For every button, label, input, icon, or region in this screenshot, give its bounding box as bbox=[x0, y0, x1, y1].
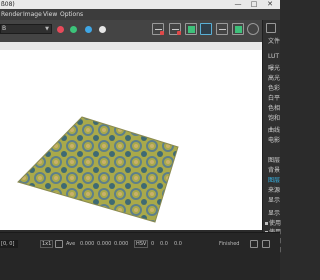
load-image-icon[interactable] bbox=[185, 23, 197, 35]
panel-row-color[interactable]: 色彩 bbox=[268, 85, 280, 93]
status-separator bbox=[0, 232, 280, 233]
render-icon[interactable] bbox=[232, 23, 244, 35]
panel-section-display: 显示 bbox=[268, 210, 281, 217]
value-b: 0.000 bbox=[114, 241, 129, 247]
panel-row-film[interactable]: 电影 bbox=[268, 137, 280, 145]
render-viewport[interactable] bbox=[0, 42, 262, 230]
scale-field[interactable]: 1x1 bbox=[40, 240, 54, 248]
value-r: 0.000 bbox=[80, 241, 95, 247]
save-image-icon[interactable] bbox=[152, 23, 164, 35]
panel-row-background[interactable]: 背景 bbox=[268, 167, 280, 175]
panel-row-exposure[interactable]: 曝光 bbox=[268, 65, 280, 73]
red-channel-dot[interactable] bbox=[57, 26, 64, 33]
panel-check-label-1: 使用 bbox=[269, 220, 282, 227]
panel-row-lut[interactable]: LUT bbox=[268, 53, 279, 61]
region-render-icon[interactable] bbox=[200, 23, 212, 35]
panel-section-layers: 图层 bbox=[268, 157, 281, 164]
rug-shape bbox=[17, 116, 179, 223]
rendered-rug bbox=[17, 116, 179, 223]
save-all-icon[interactable] bbox=[169, 23, 181, 35]
panel-row-layer[interactable]: 图层 bbox=[268, 177, 280, 185]
exposure-label: Ave bbox=[66, 241, 76, 247]
menu-options[interactable]: Options bbox=[60, 9, 83, 20]
panel-checkbox-1[interactable] bbox=[265, 222, 268, 225]
pixel-coordinate: [0, 0] bbox=[0, 240, 18, 248]
minimize-button[interactable]: — bbox=[232, 0, 244, 9]
white-channel-dot[interactable] bbox=[99, 26, 106, 33]
stop-render-icon[interactable] bbox=[247, 23, 259, 35]
value-g: 0.000 bbox=[97, 241, 112, 247]
history-icon[interactable] bbox=[250, 240, 258, 248]
lock-icon[interactable] bbox=[55, 240, 63, 248]
title-bar: ß08) — □ ✕ bbox=[0, 0, 280, 9]
hsv-s: 0.0 bbox=[160, 241, 168, 247]
green-channel-dot[interactable] bbox=[70, 26, 77, 33]
menu-image[interactable]: Image bbox=[23, 9, 42, 20]
menu-bar: Render Image View Options bbox=[0, 9, 280, 20]
settings-icon[interactable] bbox=[262, 240, 270, 248]
menu-view[interactable]: View bbox=[43, 9, 57, 20]
panel-row-display[interactable]: 显示 bbox=[268, 197, 280, 205]
hsv-h: 0 bbox=[151, 241, 155, 247]
window-title: ß08) bbox=[1, 1, 15, 8]
render-status: Finished bbox=[219, 241, 240, 247]
hsv-v: 0.0 bbox=[174, 241, 182, 247]
close-button[interactable]: ✕ bbox=[264, 0, 276, 9]
menu-render[interactable]: Render bbox=[1, 9, 22, 20]
panel-row-hue[interactable]: 色相 bbox=[268, 105, 280, 113]
right-panel: 文件 LUT 曝光 高光 色彩 白平 色相 饱和 曲线 电影 图层 背景 图层 … bbox=[262, 20, 282, 260]
panel-row-curves[interactable]: 曲线 bbox=[268, 127, 280, 135]
panel-tab-file[interactable]: 文件 bbox=[268, 38, 280, 46]
vray-frame-buffer-window: ß08) — □ ✕ Render Image View Options B ▼ bbox=[0, 0, 282, 280]
panel-row-source[interactable]: 来源 bbox=[268, 187, 280, 195]
panel-toggle-icon[interactable] bbox=[266, 23, 276, 33]
chevron-down-icon: ▼ bbox=[45, 26, 49, 32]
status-bar: [0, 0] 1x1 Ave 0.000 0.000 0.000 HSV 0 0… bbox=[0, 232, 280, 280]
clear-image-icon[interactable] bbox=[216, 23, 228, 35]
toolbar: B ▼ bbox=[0, 20, 262, 42]
channel-dropdown[interactable]: B ▼ bbox=[0, 24, 52, 34]
panel-row-saturation[interactable]: 饱和 bbox=[268, 115, 280, 123]
panel-row-white-balance[interactable]: 白平 bbox=[268, 95, 280, 103]
blue-channel-dot[interactable] bbox=[85, 26, 92, 33]
channel-dropdown-value: B bbox=[2, 25, 7, 32]
maximize-button[interactable]: □ bbox=[248, 0, 260, 9]
color-mode-field[interactable]: HSV bbox=[134, 240, 149, 248]
panel-row-highlight[interactable]: 高光 bbox=[268, 75, 280, 83]
